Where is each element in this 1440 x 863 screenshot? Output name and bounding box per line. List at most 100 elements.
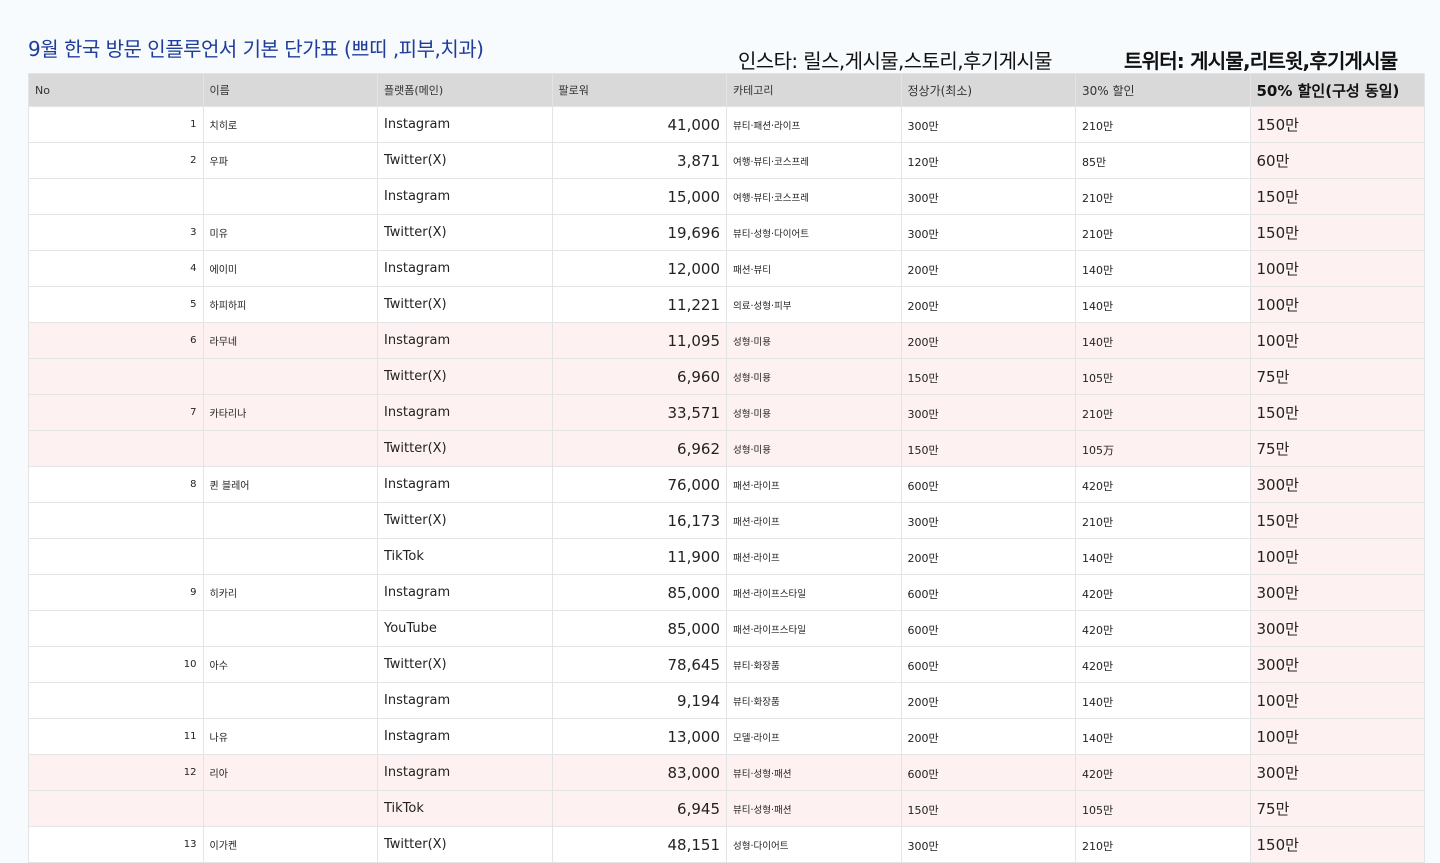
cell-30-discount: 105만 [1075, 790, 1251, 827]
cell-no: 10 [28, 646, 204, 683]
table-row: Twitter(X) 6,962 성형·미용 150만 105万 75만 [28, 430, 1425, 467]
cell-name: 나유 [202, 718, 378, 755]
cell-no: 7 [28, 394, 204, 431]
cell-name: 라무네 [202, 322, 378, 359]
cell-platform: Instagram [377, 106, 553, 143]
table-row: 11 나유 Instagram 13,000 모델·라이프 200만 140만 100만 [28, 718, 1425, 755]
cell-followers: 12,000 [551, 250, 727, 287]
cell-followers: 48,151 [551, 826, 727, 863]
table-body: 1 치히로 Instagram 41,000 뷰티·패션·라이프 300만 210만 150만… [28, 106, 1425, 863]
cell-30-discount: 210만 [1075, 502, 1251, 539]
cell-followers: 33,571 [551, 394, 727, 431]
cell-platform: Instagram [377, 574, 553, 611]
cell-platform: Twitter(X) [377, 214, 553, 251]
cell-category: 뷰티·성형·패션 [726, 790, 902, 827]
cell-regular-price: 600만 [900, 754, 1076, 791]
cell-followers: 41,000 [551, 106, 727, 143]
cell-category: 여행·뷰티·코스프레 [726, 142, 902, 179]
cell-no [28, 538, 204, 575]
cell-regular-price: 150만 [900, 790, 1076, 827]
cell-category: 패션·라이프스타일 [726, 610, 902, 647]
cell-followers: 11,900 [551, 538, 727, 575]
cell-name: 카타리나 [202, 394, 378, 431]
cell-regular-price: 300만 [900, 502, 1076, 539]
header-platform: 플랫폼(메인) [377, 73, 553, 107]
cell-no: 9 [28, 574, 204, 611]
cell-name [202, 358, 378, 395]
cell-30-discount: 420만 [1075, 754, 1251, 791]
cell-category: 패션·라이프스타일 [726, 574, 902, 611]
cell-category: 뷰티·화장품 [726, 646, 902, 683]
cell-platform: YouTube [377, 610, 553, 647]
cell-name: 아수 [202, 646, 378, 683]
cell-name: 우파 [202, 142, 378, 179]
cell-50-discount: 300만 [1249, 754, 1425, 791]
cell-platform: TikTok [377, 790, 553, 827]
cell-regular-price: 300만 [900, 394, 1076, 431]
cell-followers: 6,960 [551, 358, 727, 395]
cell-followers: 6,962 [551, 430, 727, 467]
cell-50-discount: 300만 [1249, 466, 1425, 503]
cell-followers: 11,095 [551, 322, 727, 359]
cell-category: 성형·미용 [726, 322, 902, 359]
cell-no: 3 [28, 214, 204, 251]
cell-category: 뷰티·성형·다이어트 [726, 214, 902, 251]
cell-50-discount: 150만 [1249, 106, 1425, 143]
cell-50-discount: 100만 [1249, 682, 1425, 719]
cell-category: 패션·라이프 [726, 466, 902, 503]
cell-30-discount: 210만 [1075, 178, 1251, 215]
cell-category: 모델·라이프 [726, 718, 902, 755]
cell-category: 뷰티·패션·라이프 [726, 106, 902, 143]
cell-followers: 11,221 [551, 286, 727, 323]
table-row: 10 아수 Twitter(X) 78,645 뷰티·화장품 600만 420만 300만 [28, 646, 1425, 683]
cell-platform: Twitter(X) [377, 430, 553, 467]
twitter-deliverables-note: 트위터: 게시물,리트윗,후기게시물 [1124, 49, 1398, 73]
cell-regular-price: 150만 [900, 430, 1076, 467]
cell-platform: Instagram [377, 178, 553, 215]
cell-name: 하피하피 [202, 286, 378, 323]
cell-no: 2 [28, 142, 204, 179]
table-row: TikTok 6,945 뷰티·성형·패션 150만 105만 75만 [28, 790, 1425, 827]
cell-followers: 6,945 [551, 790, 727, 827]
table-row: 9 히카리 Instagram 85,000 패션·라이프스타일 600만 420만 300만 [28, 574, 1425, 611]
cell-no [28, 682, 204, 719]
cell-regular-price: 200만 [900, 718, 1076, 755]
table-row: TikTok 11,900 패션·라이프 200만 140만 100만 [28, 538, 1425, 575]
cell-30-discount: 85만 [1075, 142, 1251, 179]
cell-platform: Instagram [377, 322, 553, 359]
header-name: 이름 [202, 73, 378, 107]
header-no: No [28, 73, 204, 107]
header-regular-price: 정상가(최소) [900, 73, 1076, 107]
cell-category: 패션·뷰티 [726, 250, 902, 287]
cell-name: 미유 [202, 214, 378, 251]
table-row: 7 카타리나 Instagram 33,571 성형·미용 300만 210만 150만 [28, 394, 1425, 431]
cell-platform: Instagram [377, 718, 553, 755]
table-row: Twitter(X) 16,173 패션·라이프 300만 210만 150만 [28, 502, 1425, 539]
cell-platform: Twitter(X) [377, 826, 553, 863]
cell-category: 뷰티·성형·패션 [726, 754, 902, 791]
cell-followers: 78,645 [551, 646, 727, 683]
header-followers: 팔로워 [551, 73, 727, 107]
cell-50-discount: 300만 [1249, 646, 1425, 683]
cell-followers: 76,000 [551, 466, 727, 503]
cell-platform: Instagram [377, 682, 553, 719]
cell-regular-price: 200만 [900, 322, 1076, 359]
cell-name: 치히로 [202, 106, 378, 143]
cell-30-discount: 420만 [1075, 610, 1251, 647]
cell-followers: 85,000 [551, 574, 727, 611]
cell-no: 8 [28, 466, 204, 503]
cell-category: 패션·라이프 [726, 538, 902, 575]
cell-followers: 83,000 [551, 754, 727, 791]
table-row: 8퀸 블레어 Instagram 76,000 패션·라이프 600만 420만 300만 [28, 466, 1425, 503]
cell-regular-price: 120만 [900, 142, 1076, 179]
cell-regular-price: 600만 [900, 610, 1076, 647]
cell-followers: 9,194 [551, 682, 727, 719]
cell-no [28, 790, 204, 827]
table-row: Instagram 15,000 여행·뷰티·코스프레 300만 210만 150만 [28, 178, 1425, 215]
cell-regular-price: 200만 [900, 538, 1076, 575]
cell-no: 5 [28, 286, 204, 323]
cell-no: 11 [28, 718, 204, 755]
table-row: Twitter(X) 6,960 성형·미용 150만 105만 75만 [28, 358, 1425, 395]
cell-regular-price: 600만 [900, 646, 1076, 683]
header-50-discount: 50% 할인(구성 동일) [1249, 73, 1425, 107]
